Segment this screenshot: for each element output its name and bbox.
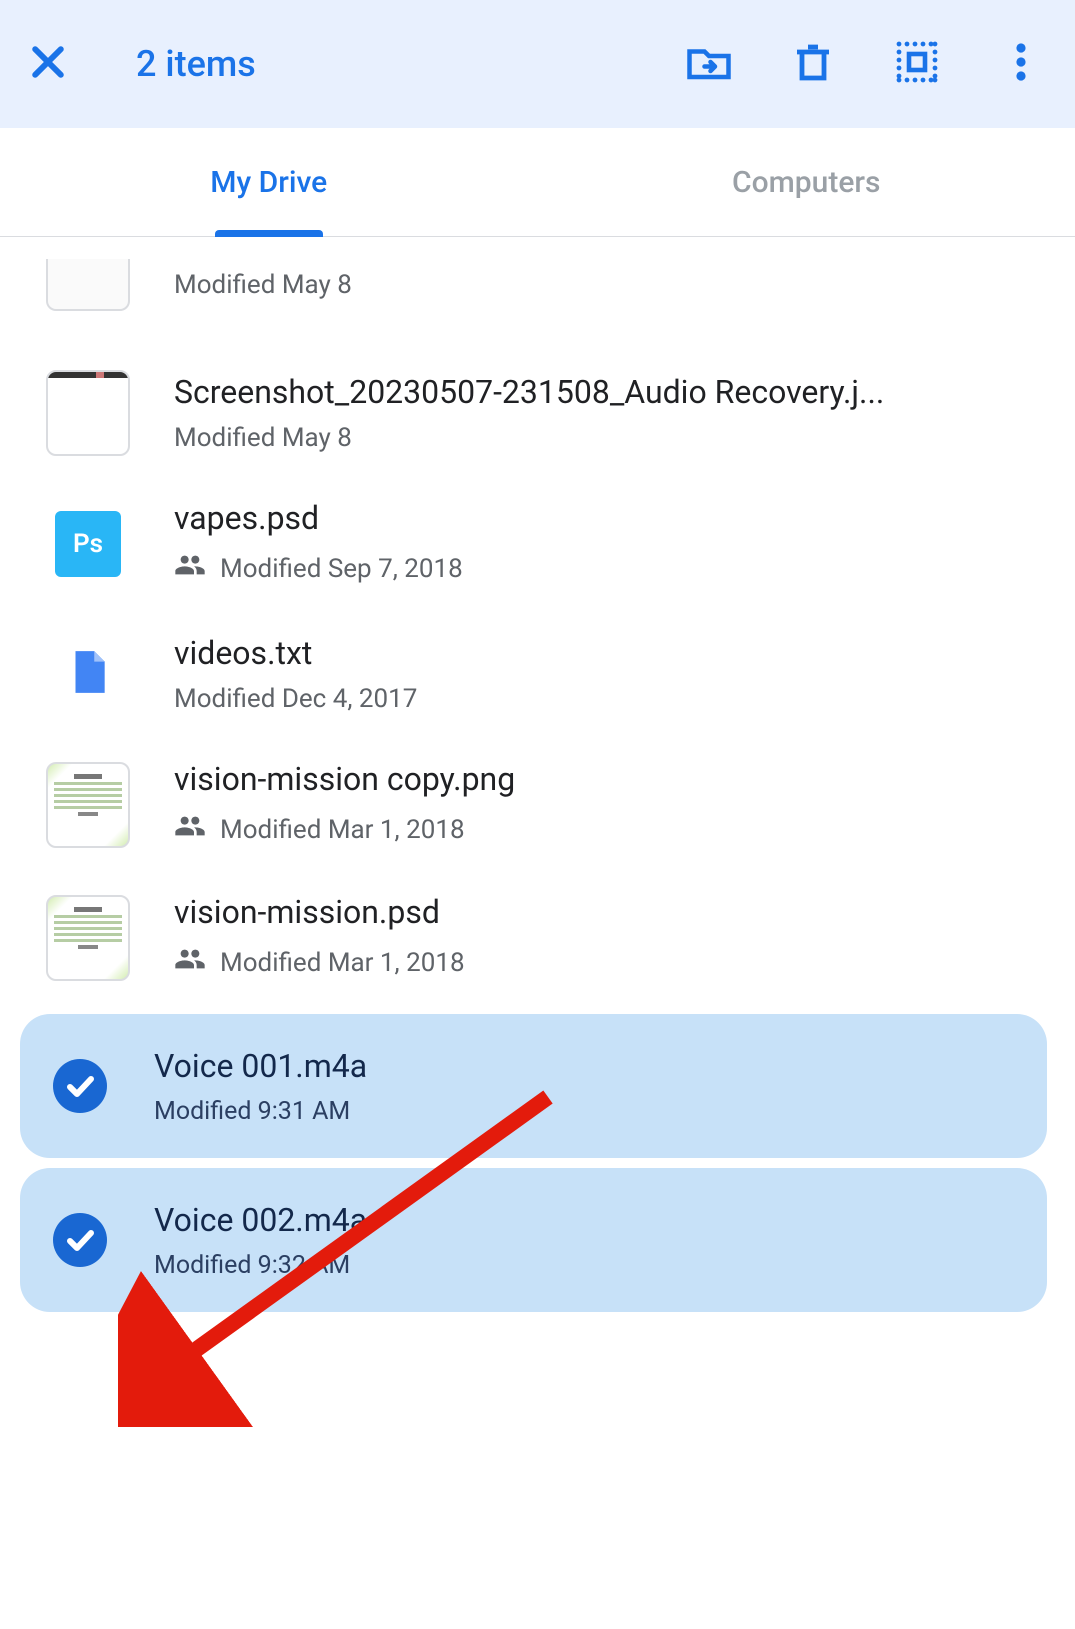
file-modified: Modified Mar 1, 2018: [220, 815, 465, 845]
file-icon: [63, 642, 113, 706]
tab-label: My Drive: [210, 165, 327, 200]
more-vert-icon: [997, 38, 1045, 86]
move-button[interactable]: [685, 38, 733, 90]
select-all-button[interactable]: [893, 38, 941, 90]
file-thumbnail: [46, 632, 130, 716]
file-thumbnail: [50, 1044, 110, 1128]
tab-active-indicator: [215, 230, 323, 237]
image-thumb-icon: [46, 370, 130, 456]
file-thumbnail: [46, 243, 130, 327]
file-name: videos.txt: [174, 634, 1055, 672]
overflow-menu-button[interactable]: [997, 38, 1045, 90]
photoshop-icon: Ps: [55, 511, 121, 577]
file-name: Voice 001.m4a: [154, 1047, 1027, 1085]
selection-count: 2 items: [136, 43, 685, 85]
checkmark-icon: [53, 1213, 107, 1267]
file-row[interactable]: Screenshot_20230507-231508_Audio Recover…: [0, 349, 1075, 477]
file-modified: Modified May 8: [174, 270, 352, 300]
file-name: vision-mission.psd: [174, 893, 1055, 931]
image-thumb-icon: [46, 762, 130, 848]
delete-button[interactable]: [789, 38, 837, 90]
close-selection-button[interactable]: [26, 40, 96, 88]
tab-my-drive[interactable]: My Drive: [0, 128, 538, 236]
toolbar-actions: [685, 38, 1049, 90]
image-thumb-icon: [46, 259, 130, 311]
shared-icon: [174, 810, 206, 849]
file-row[interactable]: vision-mission.psd Modified Mar 1, 2018: [0, 871, 1075, 1004]
trash-icon: [789, 38, 837, 86]
file-modified: Modified 9:32 AM: [154, 1251, 350, 1280]
select-all-icon: [893, 38, 941, 86]
file-modified: Modified May 8: [174, 423, 352, 453]
file-modified: Modified Sep 7, 2018: [220, 554, 463, 584]
file-thumbnail: [46, 763, 130, 847]
tab-computers[interactable]: Computers: [538, 128, 1075, 236]
checkmark-icon: [53, 1059, 107, 1113]
file-modified: Modified Mar 1, 2018: [220, 948, 465, 978]
file-row[interactable]: Ps vapes.psd Modified Sep 7, 2018: [0, 477, 1075, 610]
file-modified: Modified Dec 4, 2017: [174, 684, 417, 714]
image-thumb-icon: [46, 895, 130, 981]
file-name: vapes.psd: [174, 499, 1055, 537]
file-thumbnail: Ps: [46, 502, 130, 586]
file-row[interactable]: vision-mission copy.png Modified Mar 1, …: [0, 738, 1075, 871]
file-row-selected[interactable]: Voice 001.m4a Modified 9:31 AM: [20, 1014, 1047, 1158]
close-icon: [26, 40, 70, 84]
selection-toolbar: 2 items: [0, 0, 1075, 128]
folder-move-icon: [685, 38, 733, 86]
file-thumbnail: [50, 1198, 110, 1282]
drive-tabs: My Drive Computers: [0, 128, 1075, 237]
file-thumbnail: [46, 371, 130, 455]
shared-icon: [174, 549, 206, 588]
tab-label: Computers: [732, 165, 880, 200]
file-row[interactable]: Modified May 8: [0, 243, 1075, 349]
file-list[interactable]: Modified May 8 Screenshot_20230507-23150…: [0, 237, 1075, 1312]
file-row[interactable]: videos.txt Modified Dec 4, 2017: [0, 610, 1075, 738]
file-name: vision-mission copy.png: [174, 760, 1055, 798]
file-row-selected[interactable]: Voice 002.m4a Modified 9:32 AM: [20, 1168, 1047, 1312]
file-name: Voice 002.m4a: [154, 1201, 1027, 1239]
shared-icon: [174, 943, 206, 982]
file-thumbnail: [46, 896, 130, 980]
file-modified: Modified 9:31 AM: [154, 1097, 350, 1126]
file-name: Screenshot_20230507-231508_Audio Recover…: [174, 373, 1055, 411]
